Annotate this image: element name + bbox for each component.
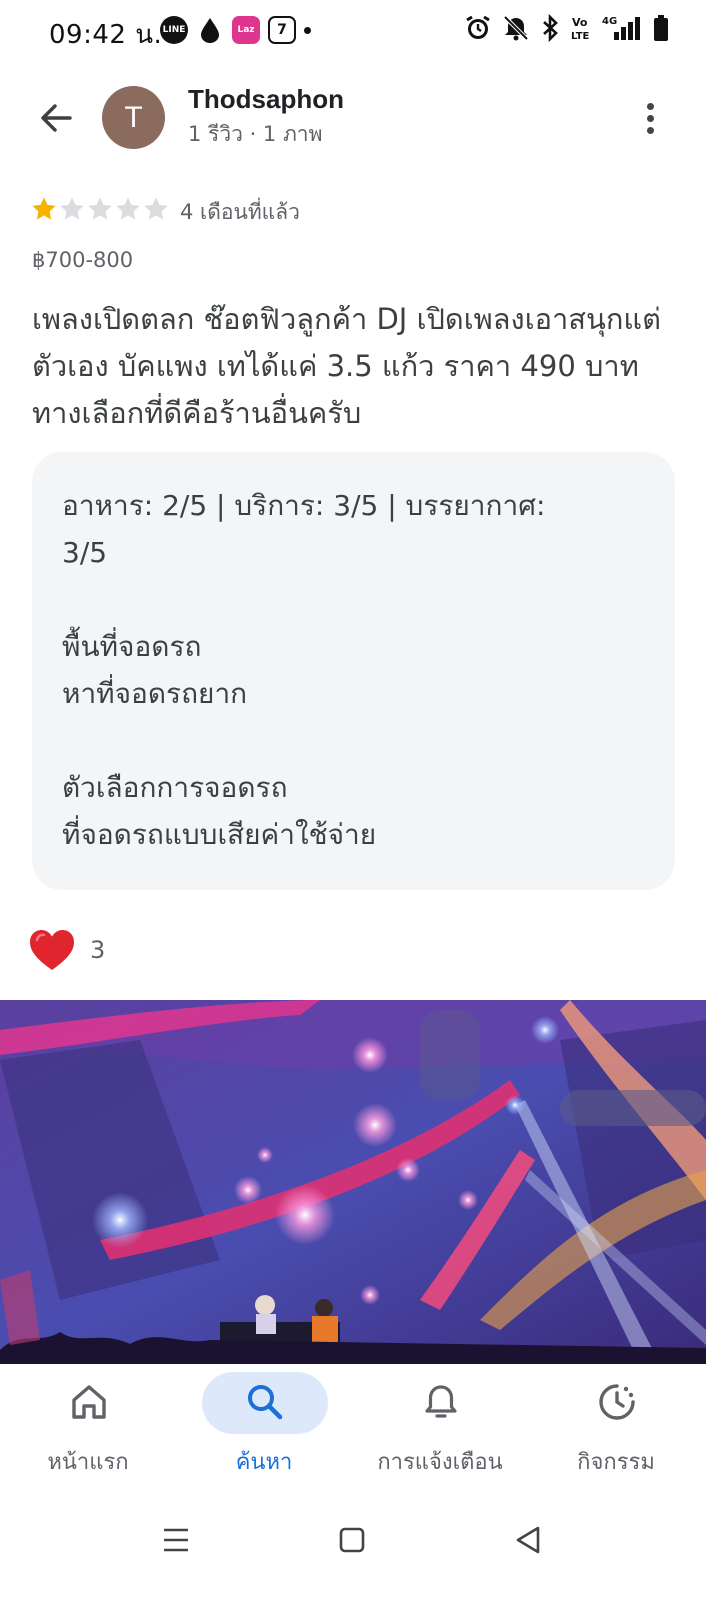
star-filled-icon	[32, 197, 56, 220]
reviewer-meta: 1 รีวิว · 1 ภาพ	[188, 122, 323, 146]
alarm-icon	[466, 15, 490, 39]
home-button[interactable]	[324, 1512, 380, 1568]
status-notification-icons: LINE Laz 7	[160, 16, 311, 44]
bottom-navigation: หน้าแรก ค้นหา การแจ้งเตือน กิจกรรม	[0, 1364, 720, 1494]
back-button[interactable]	[34, 96, 78, 140]
star-empty-icon	[116, 197, 140, 220]
star-rating	[30, 195, 170, 223]
review-photo[interactable]	[0, 1000, 706, 1364]
review-attributes-card: อาหาร: 2/5 | บริการ: 3/5 | บรรยากาศ: 3/5…	[32, 452, 675, 890]
signal-4g-icon: 4G	[602, 16, 640, 40]
parking-value: หาที่จอดรถยาก	[62, 677, 248, 710]
reviewer-name[interactable]: Thodsaphon	[188, 84, 344, 115]
star-empty-icon	[144, 197, 168, 220]
scores-line-continued: 3/5	[62, 536, 108, 569]
reaction-button[interactable]: 3	[28, 928, 105, 972]
parking-option-value: ที่จอดรถแบบเสียค่าใช้จ่าย	[62, 818, 377, 851]
system-navigation-bar	[0, 1494, 720, 1600]
activity-icon	[599, 1384, 635, 1420]
review-time: 4 เดือนที่แล้ว	[180, 200, 300, 224]
star-empty-icon	[88, 197, 112, 220]
more-options-button[interactable]	[628, 96, 672, 140]
star-empty-icon	[60, 197, 84, 220]
line-app-icon: LINE	[160, 16, 188, 44]
triangle-back-icon	[516, 1526, 540, 1554]
status-time: 09:42 น.	[49, 20, 163, 50]
more-vert-icon	[646, 102, 654, 110]
lazada-app-icon: Laz	[232, 16, 260, 44]
status-system-icons: Vo LTE 4G	[464, 14, 670, 42]
recents-icon	[164, 1528, 188, 1552]
bell-icon	[425, 1385, 457, 1418]
svg-text:Vo: Vo	[572, 16, 588, 29]
heart-icon	[30, 930, 74, 970]
parking-option-label: ตัวเลือกการจอดรถ	[62, 771, 288, 804]
svg-text:LTE: LTE	[571, 31, 590, 42]
battery-icon	[654, 15, 668, 41]
svg-text:4G: 4G	[602, 16, 617, 27]
status-bar: 09:42 น. LINE Laz 7 Vo LTE 4G	[0, 0, 720, 64]
review-text: เพลงเปิดตลก ช๊อตฟิวลูกค้า DJ เปิดเพลงเอา…	[32, 302, 661, 430]
nav-item-activity[interactable]: กิจกรรม	[528, 1364, 704, 1494]
more-notifications-dot	[304, 26, 311, 34]
volte-icon: Vo LTE	[571, 16, 590, 42]
bluetooth-icon	[543, 14, 558, 42]
nav-item-notifications[interactable]: การแจ้งเตือน	[352, 1364, 528, 1494]
nav-item-search[interactable]: ค้นหา	[176, 1364, 352, 1494]
square-icon	[339, 1527, 365, 1553]
home-icon	[72, 1385, 106, 1419]
nav-item-home[interactable]: หน้าแรก	[0, 1364, 176, 1494]
back-system-button[interactable]	[500, 1512, 556, 1568]
scores-line: อาหาร: 2/5 | บริการ: 3/5 | บรรยากาศ:	[62, 489, 546, 522]
drop-icon	[196, 16, 224, 44]
price-range: ฿700-800	[32, 248, 134, 272]
seven-eleven-app-icon: 7	[268, 16, 296, 44]
search-icon	[248, 1385, 283, 1420]
reaction-count: 3	[90, 936, 106, 964]
parking-label: พื้นที่จอดรถ	[62, 630, 202, 663]
arrow-back-icon	[41, 104, 72, 132]
nav-label-activity: กิจกรรม	[577, 1450, 655, 1475]
nav-label-search: ค้นหา	[235, 1450, 293, 1475]
nav-label-notifications: การแจ้งเตือน	[377, 1450, 503, 1475]
notifications-off-icon	[503, 15, 529, 41]
avatar[interactable]: T	[102, 86, 165, 149]
recent-apps-button[interactable]	[148, 1512, 204, 1568]
nav-label-home: หน้าแรก	[47, 1450, 129, 1475]
